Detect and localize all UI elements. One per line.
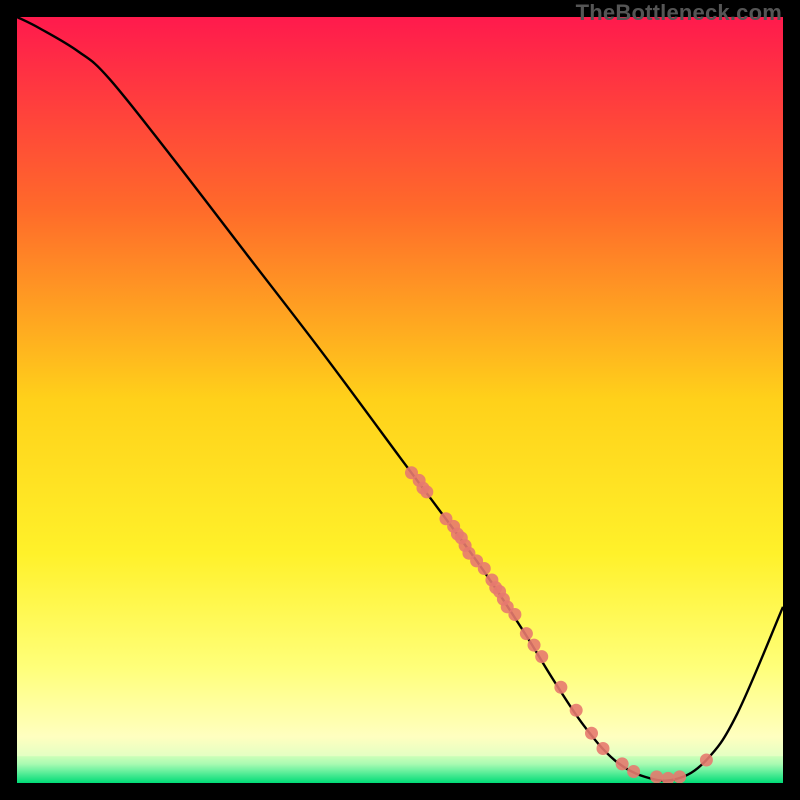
data-point [700,754,713,767]
data-point [420,485,433,498]
data-point [650,770,663,783]
gradient-background [17,17,783,783]
data-point [535,650,548,663]
watermark-text: TheBottleneck.com [576,0,782,26]
data-point [570,704,583,717]
data-point [627,765,640,778]
data-point [528,639,541,652]
data-point [554,681,567,694]
data-point [478,562,491,575]
data-point [508,608,521,621]
data-point [596,742,609,755]
data-point [585,727,598,740]
data-point [616,757,629,770]
bottleneck-chart [17,17,783,783]
chart-container [17,17,783,783]
data-point [520,627,533,640]
data-point [673,770,686,783]
